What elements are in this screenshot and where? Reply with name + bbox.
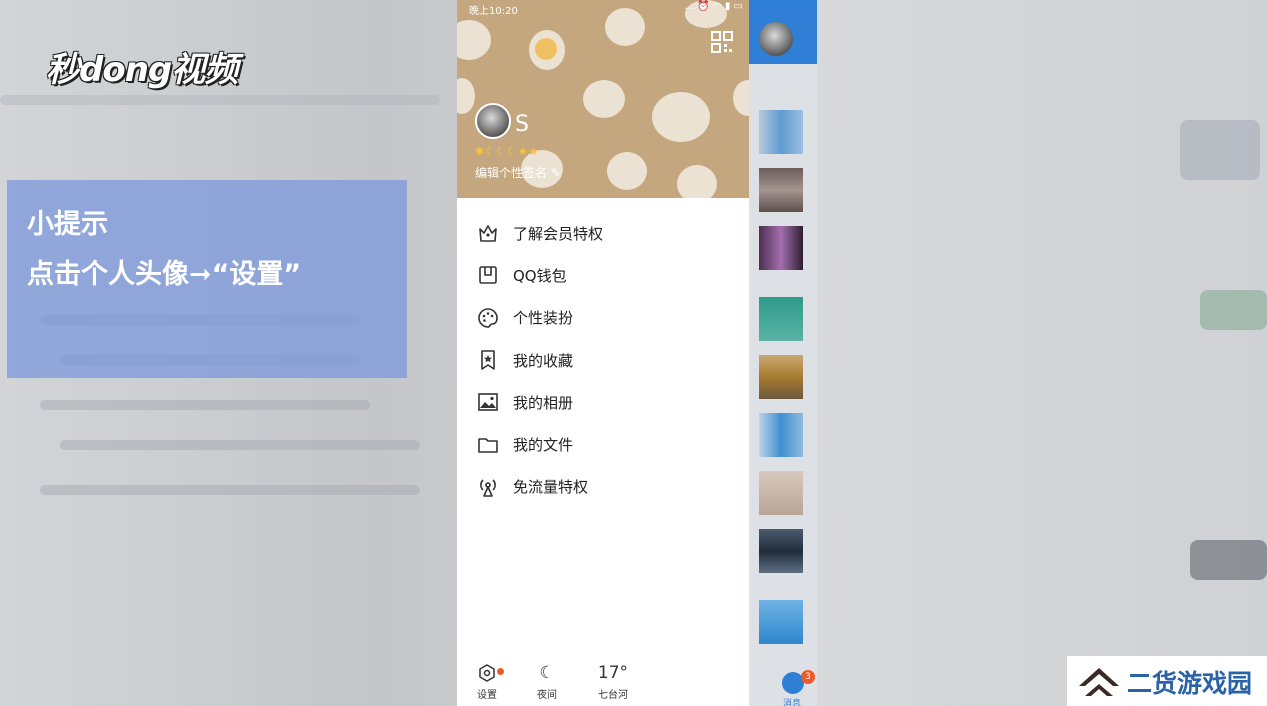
weather-widget[interactable]: 17° 七台河	[583, 660, 643, 701]
side-drawer: 晚上10:20 ... ⏰ ◠ ▮ ▭ S ✺☾☾☾★★ 编辑个性签名 ✎ 了解…	[457, 0, 749, 706]
settings-label: 设置	[477, 690, 497, 701]
profile-header: 晚上10:20 ... ⏰ ◠ ▮ ▭ S ✺☾☾☾★★ 编辑个性签名 ✎	[457, 0, 749, 198]
temperature-value: 17°	[597, 663, 629, 683]
username[interactable]: S	[515, 112, 529, 137]
menu-item-free-data[interactable]: 免流量特权	[457, 466, 749, 508]
pattern-bun	[457, 20, 491, 60]
wallet-icon	[479, 266, 497, 285]
pattern-bun	[607, 152, 647, 190]
menu-item-label: 我的相册	[513, 393, 574, 412]
pattern-bun	[677, 165, 717, 198]
settings-gear-icon	[479, 664, 495, 682]
blurred-text-line	[40, 485, 420, 495]
moon-icon: ☾	[539, 663, 555, 683]
blurred-text-line	[60, 440, 420, 450]
pixelated-avatar[interactable]	[759, 413, 803, 457]
menu-item-label: QQ钱包	[513, 266, 567, 285]
antenna-icon	[480, 479, 496, 497]
menu-item-label: 免流量特权	[513, 478, 589, 497]
menu-item-qq-wallet[interactable]: QQ钱包	[457, 254, 749, 296]
pencil-icon: ✎	[550, 166, 561, 180]
blurred-text-line	[0, 95, 440, 105]
video-brand-logo: 秒dong视频	[46, 50, 238, 90]
watermark: 二货游戏园	[1067, 656, 1267, 706]
pattern-bun	[457, 78, 475, 114]
settings-button[interactable]: 设置	[457, 660, 517, 701]
edit-signature-link[interactable]: 编辑个性签名 ✎	[475, 164, 561, 181]
menu-item-personalize[interactable]: 个性装扮	[457, 297, 749, 339]
bear-face	[652, 92, 710, 142]
pixelated-avatar[interactable]	[759, 297, 803, 341]
tip-overlay: 小提示 点击个人头像➞“设置”	[7, 180, 407, 378]
conversation-list-preview: 3 消息	[749, 0, 817, 706]
tip-title: 小提示	[27, 209, 108, 240]
drawer-menu: 了解会员特权 QQ钱包 个性装扮 我的收藏 我的相册 我的文件 免流量特权	[457, 212, 749, 508]
menu-item-files[interactable]: 我的文件	[457, 423, 749, 465]
level-badges[interactable]: ✺☾☾☾★★	[475, 145, 540, 158]
egg-yolk	[535, 38, 557, 60]
blurred-text-line	[40, 400, 370, 410]
user-avatar[interactable]	[475, 103, 511, 139]
palette-icon	[478, 307, 498, 328]
menu-item-label: 个性装扮	[513, 309, 574, 328]
night-mode-button[interactable]: ☾ 夜间	[517, 660, 577, 701]
menu-item-favorites[interactable]: 我的收藏	[457, 339, 749, 381]
header-avatar[interactable]	[759, 22, 793, 56]
qr-code-icon[interactable]	[711, 31, 733, 53]
unread-badge: 3	[801, 670, 815, 684]
menu-item-vip-privileges[interactable]: 了解会员特权	[457, 212, 749, 254]
pattern-bun	[583, 80, 625, 118]
pixelated-avatar[interactable]	[759, 355, 803, 399]
blurred-shape	[1200, 290, 1267, 330]
blurred-shape	[1190, 540, 1267, 580]
blurred-shape	[1180, 120, 1260, 180]
pattern-bun	[733, 80, 749, 116]
pixelated-avatar[interactable]	[759, 529, 803, 573]
watermark-text: 二货游戏园	[1127, 669, 1253, 698]
weather-location: 七台河	[598, 690, 628, 701]
crown-icon	[479, 225, 497, 242]
pattern-bun	[605, 8, 645, 46]
status-time: 晚上10:20	[469, 6, 518, 17]
pixelated-avatar[interactable]	[759, 471, 803, 515]
settings-notification-dot	[497, 668, 504, 675]
watermark-chevron-logo	[1079, 668, 1119, 696]
phone-screen: 晚上10:20 ... ⏰ ◠ ▮ ▭ S ✺☾☾☾★★ 编辑个性签名 ✎ 了解…	[457, 0, 817, 706]
messages-tab-label: 消息	[783, 699, 802, 706]
conversation-header	[749, 0, 817, 64]
signature-label: 编辑个性签名	[475, 166, 548, 180]
photo-icon	[478, 393, 498, 412]
pixelated-avatar[interactable]	[759, 110, 803, 154]
pixelated-avatar[interactable]	[759, 226, 803, 270]
tip-body: 点击个人头像➞“设置”	[27, 259, 302, 290]
menu-item-album[interactable]: 我的相册	[457, 381, 749, 423]
night-mode-label: 夜间	[537, 690, 557, 701]
menu-item-label: 了解会员特权	[513, 224, 604, 243]
folder-icon	[478, 437, 498, 453]
drawer-footer: 设置 ☾ 夜间 17° 七台河	[457, 660, 749, 706]
pixelated-avatar[interactable]	[759, 168, 803, 212]
menu-item-label: 我的文件	[513, 436, 574, 455]
pixelated-avatar[interactable]	[759, 600, 803, 644]
menu-item-label: 我的收藏	[513, 351, 574, 370]
bookmark-star-icon	[481, 350, 495, 370]
status-icons: ... ⏰ ◠ ▮ ▭	[684, 1, 743, 12]
